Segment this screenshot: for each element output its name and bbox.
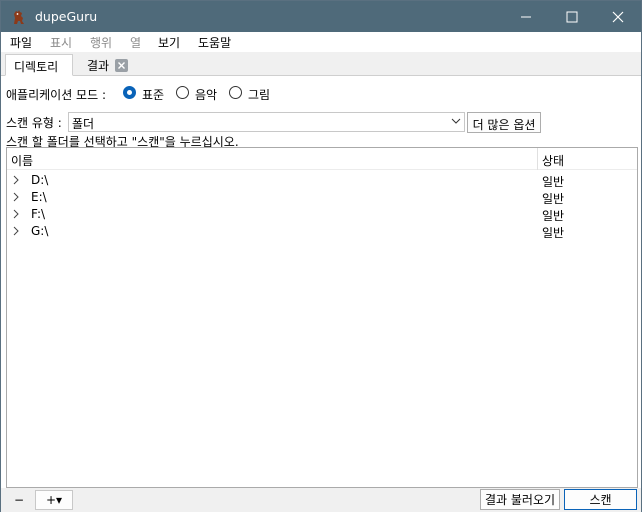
- row-state[interactable]: 일반: [542, 173, 564, 190]
- scan-type-select[interactable]: 폴더: [68, 112, 465, 132]
- column-state-header[interactable]: 상태: [542, 152, 564, 169]
- app-mode-label: 애플리케이션 모드 :: [6, 88, 106, 102]
- minimize-button[interactable]: [503, 1, 549, 32]
- remove-folder-button[interactable]: −: [7, 490, 31, 510]
- mode-music-label[interactable]: 음악: [195, 86, 217, 103]
- minimize-icon: [521, 16, 531, 17]
- tree-row[interactable]: G:\ 일반: [7, 223, 637, 240]
- mode-standard-label[interactable]: 표준: [142, 86, 164, 103]
- app-window: dupeGuru 파일 표시 행위 열 보기 도움말 디렉토리 결과 애플리케이…: [0, 0, 642, 512]
- maximize-button[interactable]: [549, 1, 595, 32]
- menu-columns[interactable]: 열: [130, 34, 141, 51]
- directories-panel: 애플리케이션 모드 : 표준 음악 그림 스캔 유형 : 폴더 더 많은 옵션 …: [1, 76, 641, 488]
- tree-row[interactable]: D:\ 일반: [7, 172, 637, 189]
- menu-view-mark[interactable]: 표시: [50, 34, 72, 51]
- row-path: D:\: [31, 173, 49, 187]
- tab-results-label: 결과: [87, 59, 110, 73]
- more-options-button[interactable]: 더 많은 옵션: [467, 112, 541, 133]
- scan-type-label: 스캔 유형 :: [6, 116, 62, 130]
- row-state[interactable]: 일반: [542, 207, 564, 224]
- scan-button[interactable]: 스캔: [564, 489, 637, 510]
- menu-bar: 파일 표시 행위 열 보기 도움말: [1, 32, 641, 52]
- mode-picture-radio[interactable]: [229, 86, 242, 99]
- row-state[interactable]: 일반: [542, 190, 564, 207]
- chevron-right-icon[interactable]: [13, 209, 19, 219]
- mode-picture-label[interactable]: 그림: [248, 86, 270, 103]
- dupeguru-app-icon: [14, 10, 24, 24]
- row-state[interactable]: 일반: [542, 224, 564, 241]
- scan-type-value: 폴더: [72, 117, 95, 131]
- column-name-header[interactable]: 이름: [11, 152, 33, 169]
- tree-row[interactable]: F:\ 일반: [7, 206, 637, 223]
- chevron-right-icon[interactable]: [13, 175, 19, 185]
- menu-view[interactable]: 보기: [158, 34, 180, 51]
- row-path: F:\: [31, 207, 46, 221]
- row-path: E:\: [31, 190, 47, 204]
- menu-file[interactable]: 파일: [10, 34, 32, 51]
- bottom-toolbar: − +▾ 결과 불러오기 스캔: [1, 488, 641, 512]
- title-bar[interactable]: dupeGuru: [1, 1, 641, 32]
- chevron-down-icon[interactable]: [451, 118, 461, 124]
- tab-directories[interactable]: 디렉토리: [5, 54, 73, 76]
- mode-standard-radio[interactable]: [123, 86, 136, 99]
- directory-tree[interactable]: 이름 상태 D:\ 일반 E:\ 일반 F:\ 일반 G:\ 일반: [6, 147, 638, 488]
- chevron-right-icon[interactable]: [13, 192, 19, 202]
- close-button[interactable]: [595, 1, 641, 32]
- add-folder-button[interactable]: +▾: [35, 490, 73, 510]
- close-icon: [612, 11, 624, 22]
- tab-directories-label: 디렉토리: [14, 60, 59, 74]
- load-results-button[interactable]: 결과 불러오기: [480, 489, 560, 510]
- tab-close-button[interactable]: [115, 59, 128, 72]
- column-divider[interactable]: [537, 148, 538, 170]
- tree-row[interactable]: E:\ 일반: [7, 189, 637, 206]
- menu-help[interactable]: 도움말: [198, 34, 231, 51]
- tree-header: 이름 상태: [7, 148, 637, 170]
- tab-close-icon: [118, 62, 125, 69]
- tab-bar: 디렉토리 결과: [1, 52, 641, 76]
- menu-actions[interactable]: 행위: [90, 34, 112, 51]
- mode-music-radio[interactable]: [176, 86, 189, 99]
- maximize-icon: [566, 11, 578, 22]
- row-path: G:\: [31, 224, 49, 238]
- window-title: dupeGuru: [35, 9, 98, 24]
- chevron-right-icon[interactable]: [13, 226, 19, 236]
